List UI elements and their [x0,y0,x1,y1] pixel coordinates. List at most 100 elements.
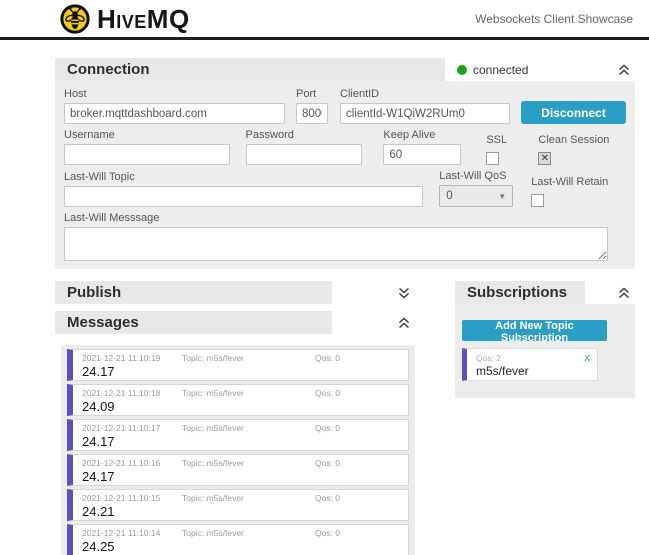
brand-title: HiveMQ [97,4,190,34]
connection-status-area: connected [445,58,635,81]
messages-aside [332,311,415,334]
add-subscription-button[interactable]: Add New Topic Subscription [462,320,607,341]
password-label: Password [246,130,363,141]
keep-alive-input[interactable] [383,144,461,165]
message-timestamp: 2021-12-21 11:10:19 [82,353,182,363]
last-will-qos-value: 0 [446,190,452,202]
message-payload: 24.17 [82,434,400,450]
message-meta: 2021-12-21 11:10:19 Topic: m5s/fever Qos… [82,353,400,363]
bee-icon [60,4,90,34]
message-topic: Topic: m5s/fever [182,528,315,538]
message-topic: Topic: m5s/fever [182,388,315,398]
clientid-input[interactable] [340,103,510,124]
message-payload: 24.17 [82,364,400,380]
password-input[interactable] [246,144,363,165]
clean-session-label: Clean Session [538,135,609,146]
chevron-down-icon: ▼ [498,192,506,201]
message-item[interactable]: 2021-12-21 11:10:18 Topic: m5s/fever Qos… [67,384,409,416]
message-timestamp: 2021-12-21 11:10:17 [82,423,182,433]
publish-messages-column: Publish Messages 2021-12-21 11:10:19 Top… [55,281,415,555]
subscription-topic: m5s/fever [476,364,589,379]
message-payload: 24.17 [82,469,400,485]
message-timestamp: 2021-12-21 11:10:18 [82,388,182,398]
hivemq-logo: HiveMQ [60,4,190,34]
subscriptions-title: Subscriptions [467,284,567,301]
subscriptions-title-bar: Subscriptions [455,281,585,304]
messages-header: Messages [55,311,415,334]
message-item[interactable]: 2021-12-21 11:10:19 Topic: m5s/fever Qos… [67,349,409,381]
clean-session-checkbox[interactable] [538,152,551,165]
subscriptions-header: Subscriptions [455,281,635,304]
message-qos: Qos: 0 [315,493,400,503]
collapse-messages-icon[interactable] [396,315,412,331]
message-qos: Qos: 0 [315,528,400,538]
message-qos: Qos: 0 [315,458,400,468]
message-meta: 2021-12-21 11:10:17 Topic: m5s/fever Qos… [82,423,400,433]
message-topic: Topic: m5s/fever [182,458,315,468]
message-meta: 2021-12-21 11:10:14 Topic: m5s/fever Qos… [82,528,400,538]
subscription-item: Qos: 2 m5s/fever x [462,348,598,381]
page-subtitle: Websockets Client Showcase [475,12,633,26]
message-payload: 24.09 [82,399,400,415]
message-topic: Topic: m5s/fever [182,493,315,503]
message-timestamp: 2021-12-21 11:10:15 [82,493,182,503]
message-topic: Topic: m5s/fever [182,423,315,433]
message-topic: Topic: m5s/fever [182,353,315,363]
connection-status: connected [457,63,528,77]
connection-title: Connection [67,61,150,78]
message-meta: 2021-12-21 11:10:16 Topic: m5s/fever Qos… [82,458,400,468]
message-payload: 24.21 [82,504,400,520]
connection-status-label: connected [473,63,528,77]
message-item[interactable]: 2021-12-21 11:10:17 Topic: m5s/fever Qos… [67,419,409,451]
message-timestamp: 2021-12-21 11:10:14 [82,528,182,538]
publish-aside [332,281,415,304]
host-input[interactable] [64,103,285,124]
ssl-label: SSL [486,135,507,146]
last-will-retain-label: Last-Will Retain [531,177,608,188]
port-input[interactable] [296,103,328,124]
message-item[interactable]: 2021-12-21 11:10:15 Topic: m5s/fever Qos… [67,489,409,521]
message-qos: Qos: 0 [315,353,400,363]
message-list: 2021-12-21 11:10:19 Topic: m5s/fever Qos… [61,345,415,555]
username-input[interactable] [64,144,230,165]
message-meta: 2021-12-21 11:10:15 Topic: m5s/fever Qos… [82,493,400,503]
collapse-connection-icon[interactable] [616,62,632,78]
message-payload: 24.25 [82,539,400,555]
subscription-list: Qos: 2 m5s/fever x [462,348,625,381]
host-label: Host [64,89,285,100]
last-will-qos-select[interactable]: 0 ▼ [439,185,513,207]
publish-title: Publish [67,284,121,301]
connection-section: Connection connected Host Port ClientID [55,58,635,269]
last-will-topic-input[interactable] [64,186,423,207]
clientid-label: ClientID [340,89,510,100]
expand-publish-icon[interactable] [396,285,412,301]
connection-form: Host Port ClientID Disconnect Username P… [55,81,635,269]
subscriptions-panel: Add New Topic Subscription Qos: 2 m5s/fe… [455,304,635,398]
last-will-message-label: Last-Will Messsage [64,213,608,224]
subscriptions-column: Subscriptions Add New Topic Subscription… [455,281,635,555]
messages-title: Messages [67,314,139,331]
username-label: Username [64,130,230,141]
port-label: Port [296,89,328,100]
app-header: HiveMQ Websockets Client Showcase [0,0,649,40]
connection-header: Connection connected [55,58,635,81]
subscriptions-aside [585,281,635,304]
lower-panels: Publish Messages 2021-12-21 11:10:19 Top… [55,281,635,555]
remove-subscription-icon[interactable]: x [585,353,591,364]
publish-header: Publish [55,281,415,304]
message-qos: Qos: 0 [315,388,400,398]
collapse-subscriptions-icon[interactable] [616,285,632,301]
message-item[interactable]: 2021-12-21 11:10:16 Topic: m5s/fever Qos… [67,454,409,486]
disconnect-button[interactable]: Disconnect [521,101,626,124]
last-will-message-textarea[interactable] [64,227,608,261]
keep-alive-label: Keep Alive [383,130,461,141]
message-item[interactable]: 2021-12-21 11:10:14 Topic: m5s/fever Qos… [67,524,409,555]
last-will-retain-checkbox[interactable] [531,194,544,207]
message-qos: Qos: 0 [315,423,400,433]
last-will-topic-label: Last-Will Topic [64,172,423,183]
ssl-checkbox[interactable] [486,152,499,165]
subscription-qos: Qos: 2 [476,353,589,363]
last-will-qos-label: Last-Will QoS [439,171,513,182]
connection-title-bar: Connection [55,58,445,81]
message-meta: 2021-12-21 11:10:18 Topic: m5s/fever Qos… [82,388,400,398]
